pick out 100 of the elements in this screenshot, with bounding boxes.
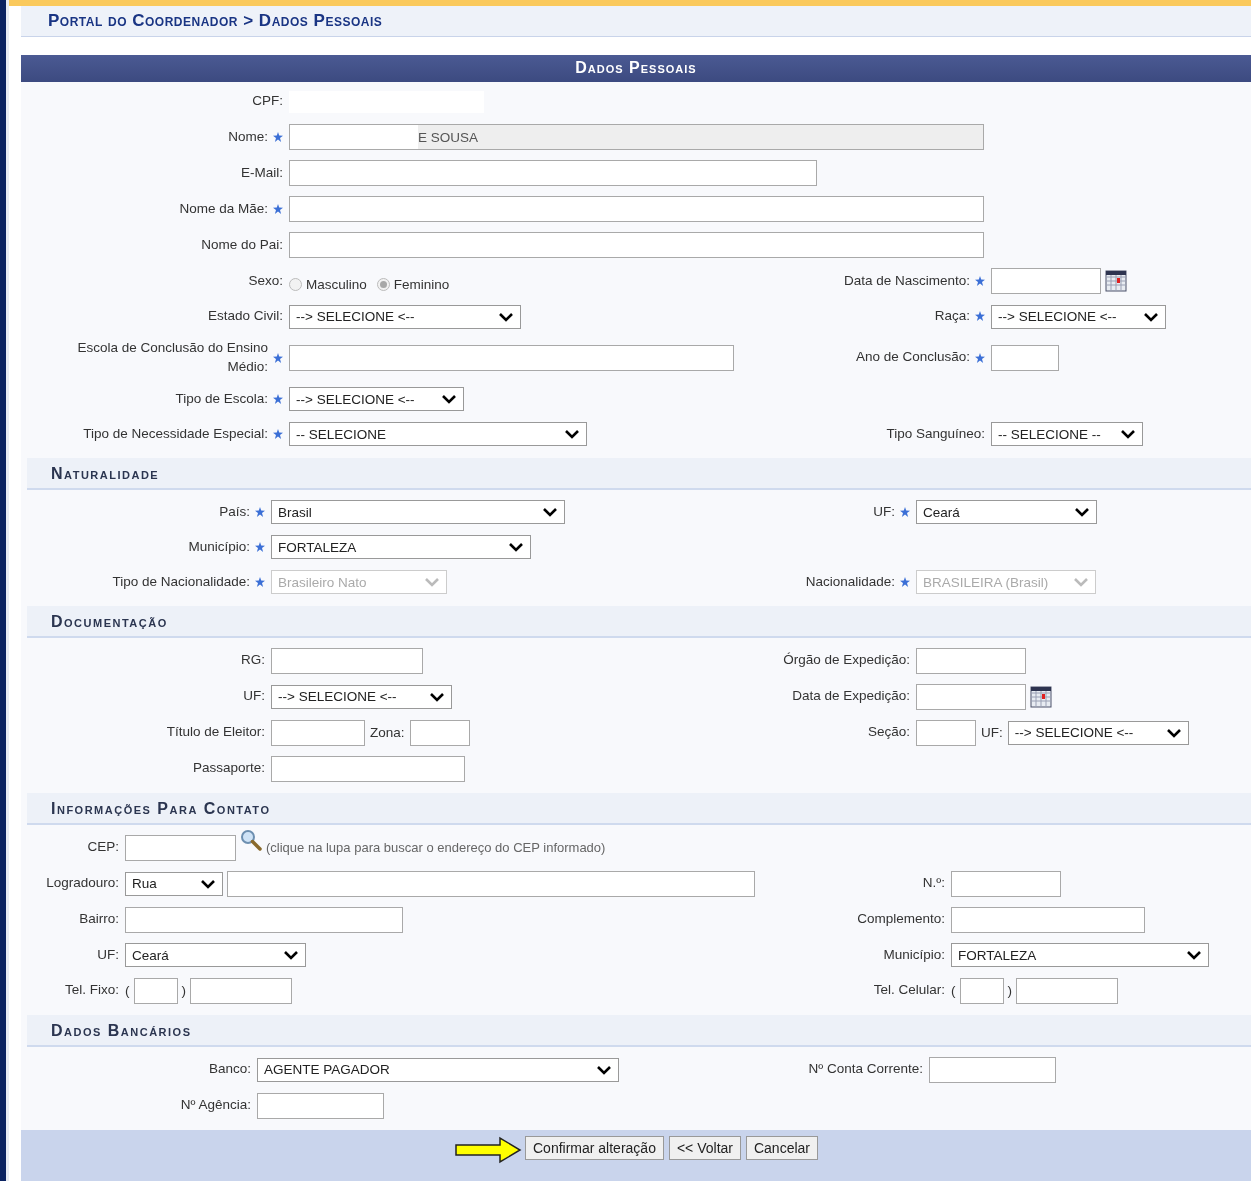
dropdown[interactable]: FORTALEZA (271, 535, 531, 560)
text-field[interactable] (991, 344, 1059, 371)
dropdown[interactable]: Brasil (271, 500, 565, 525)
chevron-down-icon (1073, 576, 1089, 589)
dropdown[interactable]: --> SELECIONE <-- (1007, 720, 1189, 745)
field-label: Tipo de Necessidade Especial: (83, 424, 268, 443)
field-label: N.º: (922, 874, 945, 893)
field-label: Nome: (228, 127, 268, 146)
field-label: UF: (873, 502, 895, 521)
dropdown[interactable]: Ceará (125, 943, 306, 968)
dropdown[interactable]: --> SELECIONE <-- (271, 684, 452, 709)
field-label: CEP: (87, 838, 119, 857)
text-field[interactable] (271, 755, 465, 782)
text-field[interactable] (951, 906, 1145, 933)
text-field[interactable] (271, 647, 423, 674)
dropdown[interactable]: AGENTE PAGADOR (257, 1057, 619, 1082)
text-field[interactable] (1016, 977, 1118, 1004)
text-field[interactable] (916, 683, 1026, 710)
text-field[interactable] (257, 1092, 384, 1119)
text-field[interactable] (289, 160, 817, 186)
field-label: UF: (97, 945, 119, 964)
field-label: Tipo de Escola: (175, 389, 268, 408)
chevron-down-icon (564, 428, 580, 441)
radio-label: Feminino (393, 276, 450, 292)
dropdown[interactable]: FORTALEZA (951, 943, 1209, 968)
field-label: Banco: (208, 1060, 251, 1079)
field-label: Sexo: (248, 271, 283, 290)
field-label: Escola de Conclusão do Ensino Médio: (76, 339, 268, 376)
dropdown[interactable]: --> SELECIONE <-- (289, 387, 464, 412)
text-field[interactable] (289, 196, 984, 222)
field-label: UF: (980, 725, 1004, 741)
field-label: Passaporte: (192, 759, 265, 778)
name-field[interactable]: E SOUSA (289, 124, 984, 150)
field-label: Município: (883, 945, 945, 964)
radio-button[interactable] (289, 277, 302, 291)
parenthesis: ) (181, 983, 186, 999)
form-button[interactable]: << Voltar (668, 1135, 741, 1160)
chevron-down-icon (283, 949, 299, 962)
chevron-down-icon (596, 1063, 612, 1076)
radio-label: Masculino (306, 276, 367, 292)
form-title: Dados Pessoais (21, 55, 1251, 82)
chevron-down-icon (429, 690, 445, 703)
section-title: Dados Bancários (51, 1021, 192, 1039)
section-title: Naturalidade (51, 464, 160, 482)
hint-text: (clique na lupa para buscar o endereço do CEP informado) (266, 840, 606, 856)
chevron-down-icon (508, 541, 524, 554)
field-label: Complemento: (857, 910, 945, 929)
field-label: Ano de Conclusão: (855, 348, 970, 367)
text-field[interactable] (190, 977, 292, 1004)
field-label: CPF: (252, 92, 283, 111)
field-label: Raça: (934, 307, 970, 326)
chevron-down-icon (498, 310, 514, 323)
field-label: UF: (243, 687, 265, 706)
text-field[interactable] (409, 719, 470, 746)
field-label: Tipo Sanguíneo: (886, 424, 985, 443)
chevron-down-icon (1120, 428, 1136, 441)
chevron-down-icon (441, 393, 457, 406)
dropdown[interactable]: Ceará (916, 500, 1097, 525)
field-label: Órgão de Expedição: (783, 651, 910, 670)
text-field[interactable] (289, 344, 734, 371)
text-field[interactable] (929, 1056, 1056, 1083)
chevron-down-icon (1165, 726, 1182, 739)
text-field[interactable] (125, 834, 236, 861)
dropdown[interactable]: --> SELECIONE <-- (991, 304, 1166, 329)
text-field[interactable] (959, 977, 1004, 1004)
text-field[interactable] (227, 870, 755, 897)
field-label: Título de Eleitor: (166, 723, 265, 742)
breadcrumb: Portal do Coordenador > Dados Pessoais (48, 11, 383, 30)
field-label: Nome da Mãe: (179, 199, 268, 218)
dropdown[interactable]: Rua (125, 871, 223, 896)
field-label: Tel. Fixo: (65, 981, 119, 1000)
text-field[interactable] (271, 719, 365, 746)
text-field[interactable] (133, 977, 178, 1004)
field-label: Nº Agência: (180, 1096, 251, 1115)
chevron-down-icon (200, 877, 216, 890)
form-button[interactable]: Confirmar alteração (525, 1135, 664, 1160)
text-field[interactable] (289, 232, 984, 258)
field-label: Bairro: (79, 910, 119, 929)
dropdown[interactable]: -- SELECIONE (289, 422, 587, 447)
dropdown[interactable]: -- SELECIONE -- (991, 422, 1143, 447)
chevron-down-icon (1074, 506, 1090, 519)
field-label: Município: (188, 537, 250, 556)
text-field[interactable] (951, 870, 1061, 897)
text-field[interactable] (125, 906, 403, 933)
field-label: Logradouro: (46, 874, 119, 893)
parenthesis: ( (125, 983, 130, 999)
form-button[interactable]: Cancelar (745, 1135, 818, 1160)
field-label: E-Mail: (241, 163, 283, 182)
calendar-icon[interactable] (1030, 685, 1052, 708)
field-label: Estado Civil: (207, 307, 283, 326)
field-label: Tel. Celular: (873, 981, 945, 1000)
calendar-icon[interactable] (1105, 270, 1127, 292)
text-field[interactable] (991, 268, 1101, 294)
text-field[interactable] (916, 647, 1026, 674)
dropdown[interactable]: --> SELECIONE <-- (289, 304, 521, 329)
field-label: Data de Nascimento: (843, 271, 970, 290)
arrow-icon (454, 1135, 522, 1164)
text-field[interactable] (916, 719, 976, 746)
search-icon[interactable] (240, 828, 262, 851)
radio-button[interactable] (376, 277, 390, 291)
